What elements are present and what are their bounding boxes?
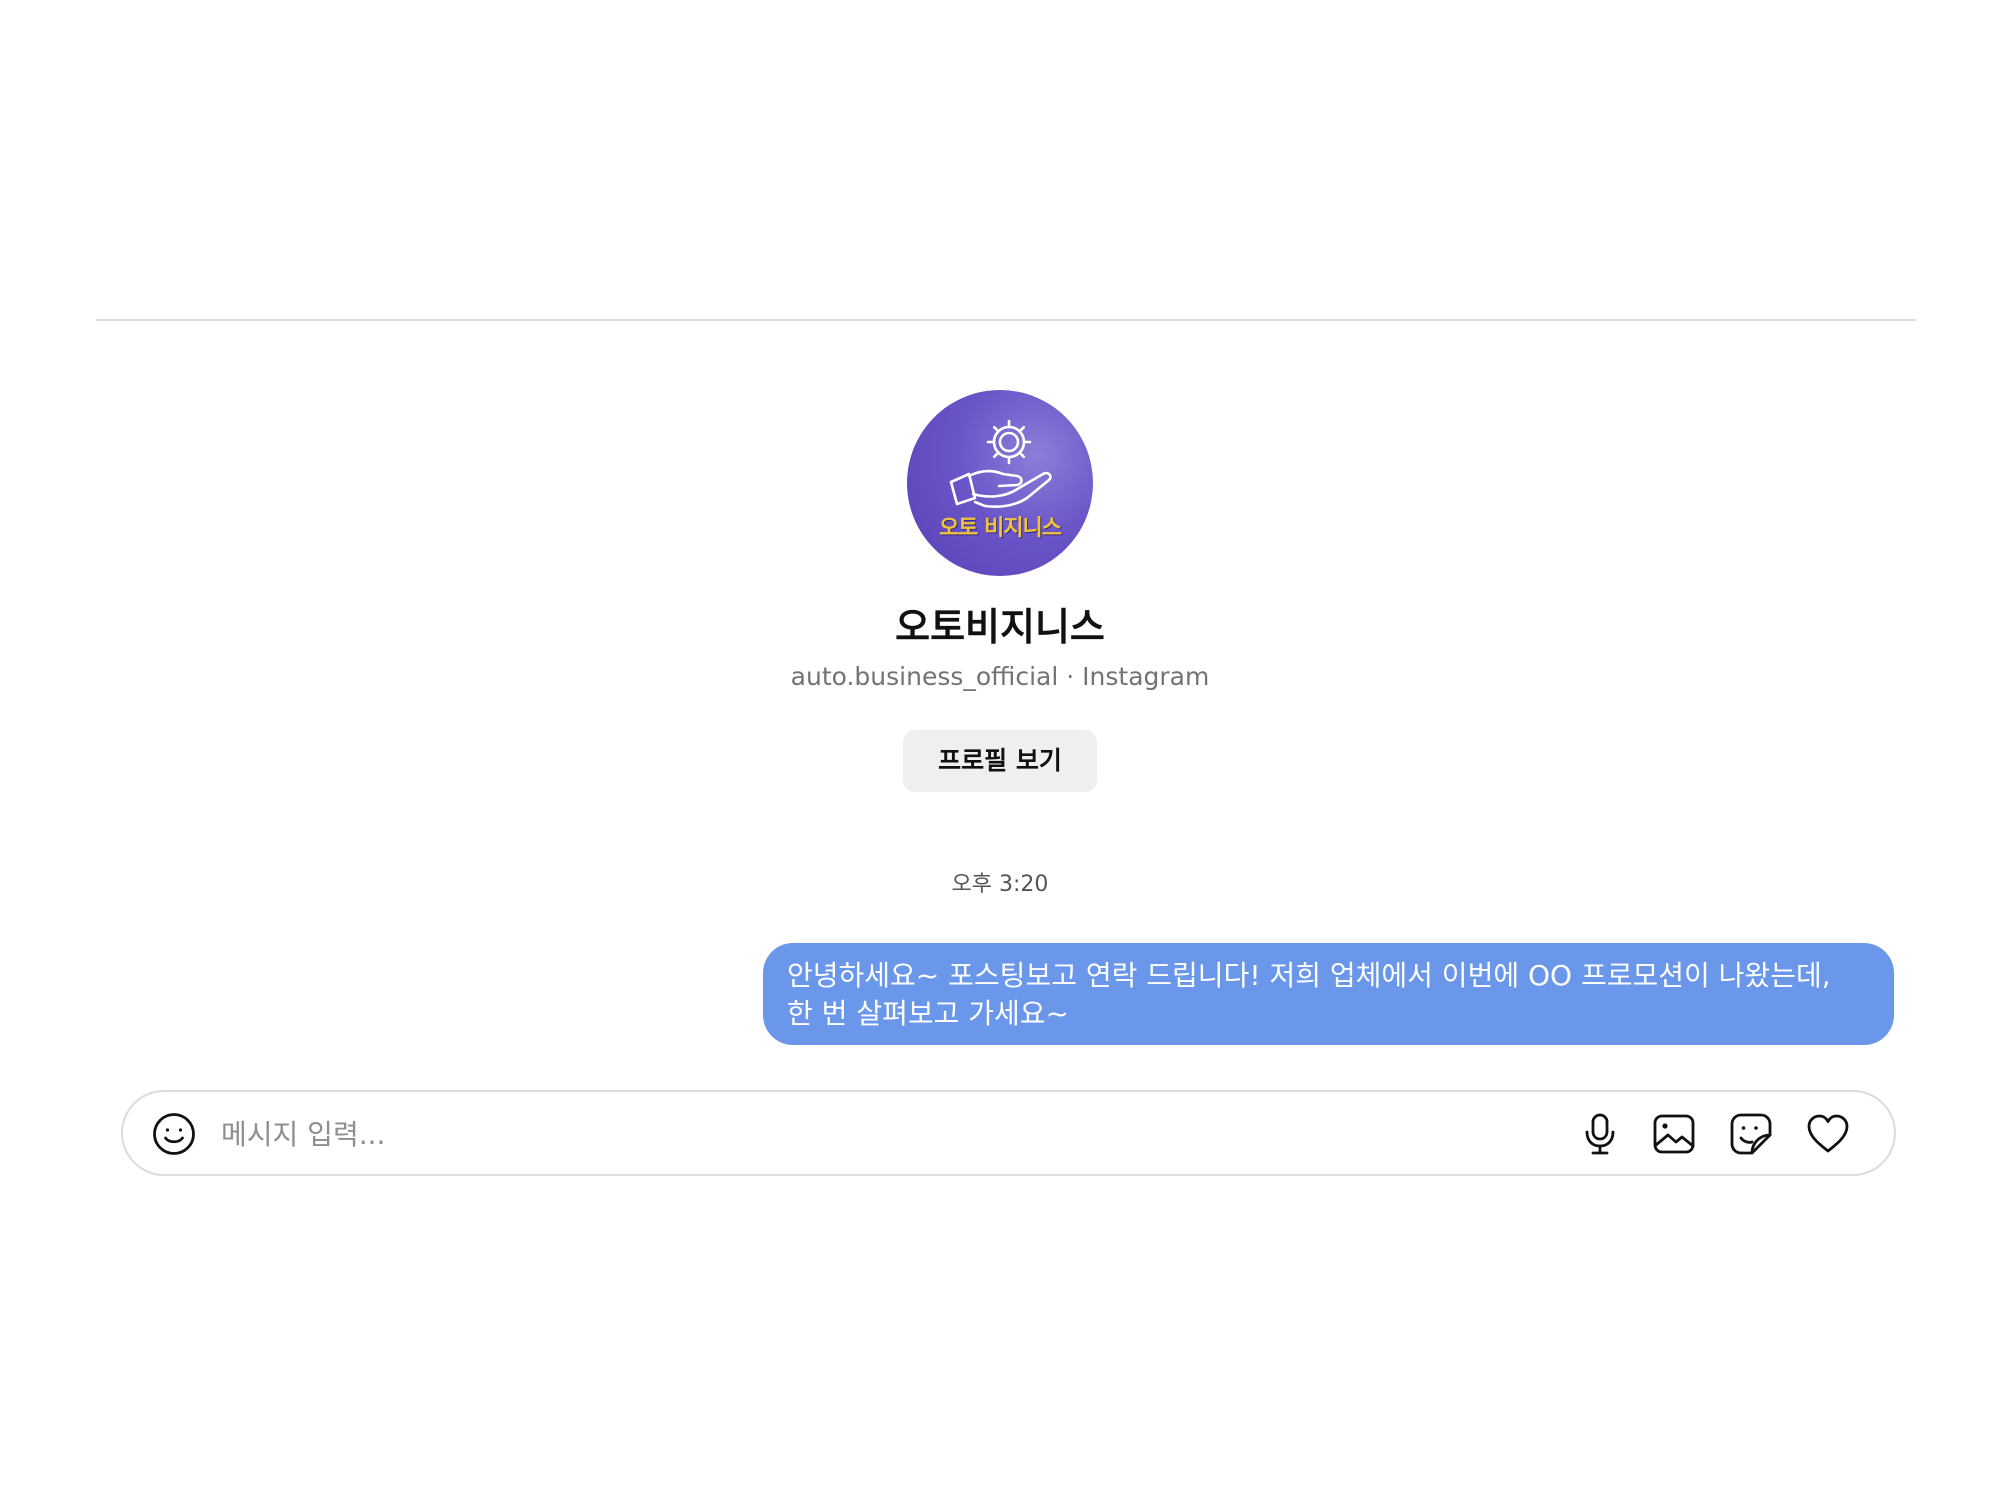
- message-composer: [121, 1090, 1896, 1176]
- sent-message-bubble[interactable]: 안녕하세요~ 포스팅보고 연락 드립니다! 저희 업체에서 이번에 OO 프로모…: [763, 943, 1894, 1045]
- view-profile-button[interactable]: 프로필 보기: [903, 730, 1097, 792]
- header-divider: [96, 319, 1916, 321]
- emoji-icon[interactable]: [151, 1111, 197, 1157]
- hand-with-gear-icon: [949, 419, 1052, 509]
- heart-icon[interactable]: [1805, 1111, 1851, 1157]
- profile-subtitle: auto.business_official · Instagram: [790, 662, 1210, 691]
- message-timestamp: 오후 3:20: [951, 872, 1049, 897]
- sticker-icon[interactable]: [1728, 1111, 1774, 1157]
- microphone-icon[interactable]: [1577, 1111, 1623, 1157]
- profile-header: 오토 비지니스 오토비지니스 auto.business_official · …: [0, 390, 2000, 792]
- avatar-logo-text: 오토 비지니스: [938, 516, 1062, 541]
- message-input[interactable]: [221, 1106, 1571, 1162]
- image-icon[interactable]: [1651, 1111, 1697, 1157]
- profile-name: 오토비지니스: [895, 605, 1105, 649]
- profile-avatar[interactable]: 오토 비지니스: [907, 390, 1093, 576]
